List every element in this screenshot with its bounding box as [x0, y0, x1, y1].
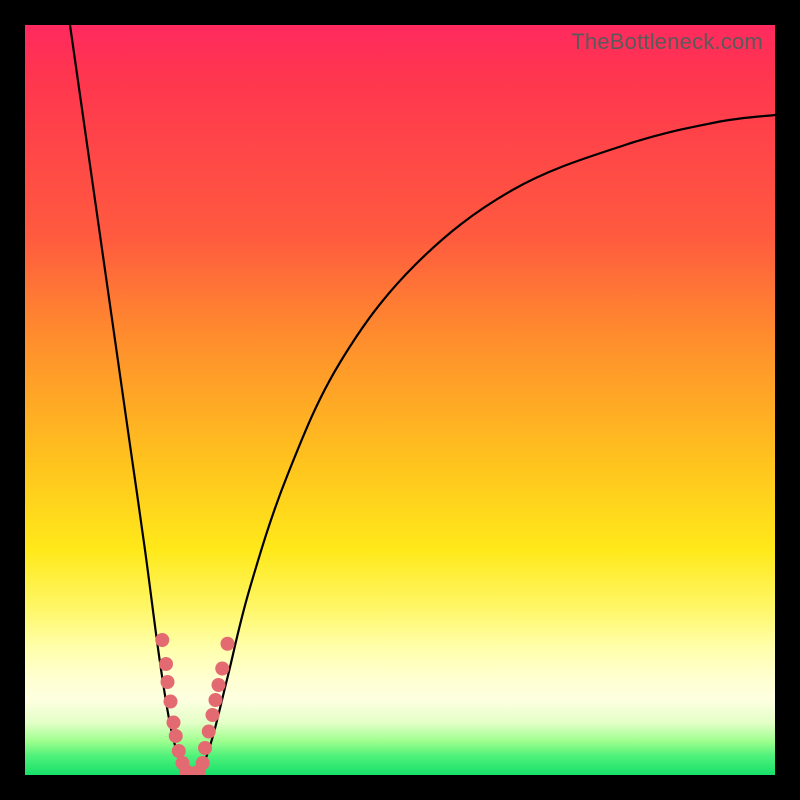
left-dot — [161, 675, 175, 689]
curve-left — [70, 25, 190, 775]
watermark-text: TheBottleneck.com — [571, 29, 763, 55]
bottom-dot — [188, 767, 202, 776]
right-dot — [209, 693, 223, 707]
left-dot — [167, 716, 181, 730]
right-dot — [196, 756, 210, 770]
right-dot — [202, 725, 216, 739]
right-dot — [212, 678, 226, 692]
bottom-dot — [192, 764, 206, 775]
left-dot — [159, 657, 173, 671]
chart-svg — [25, 25, 775, 775]
right-dot — [215, 662, 229, 676]
chart-frame: TheBottleneck.com — [0, 0, 800, 800]
left-dot — [169, 729, 183, 743]
right-dot — [198, 741, 212, 755]
right-dot — [221, 637, 235, 651]
marker-group — [155, 633, 234, 775]
right-dot — [206, 708, 220, 722]
left-dot — [155, 633, 169, 647]
curve-right — [190, 115, 775, 775]
left-dot — [164, 695, 178, 709]
plot-area: TheBottleneck.com — [25, 25, 775, 775]
left-dot — [176, 756, 190, 770]
bottom-dot — [183, 767, 197, 776]
bottom-dot — [179, 764, 193, 775]
left-dot — [172, 744, 186, 758]
